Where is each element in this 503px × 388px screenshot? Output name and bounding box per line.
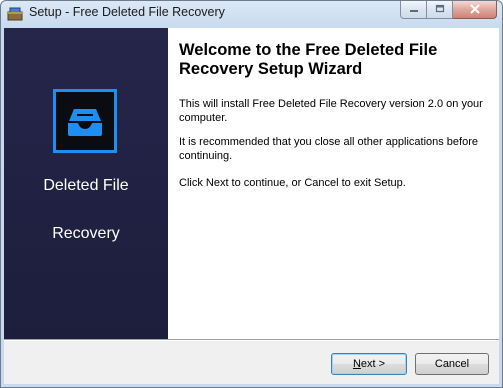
wizard-content: Welcome to the Free Deleted File Recover… [168,28,499,339]
product-name-line2: Recovery [52,225,120,242]
close-icon [469,1,481,19]
wizard-page: Deleted File Recovery Welcome to the Fre… [4,28,499,384]
title-bar[interactable]: Setup - Free Deleted File Recovery [1,1,502,27]
setup-window: Setup - Free Deleted File Recovery Delet… [0,0,503,388]
minimize-button[interactable] [400,1,427,19]
next-button-label: Next > [352,358,386,370]
wizard-sidebar: Deleted File Recovery [4,28,168,339]
continue-instructions: Click Next to continue, or Cancel to exi… [179,177,406,189]
installer-box-icon[interactable] [7,6,23,22]
page-title: Welcome to the Free Deleted File Recover… [179,41,438,78]
next-button[interactable]: Next > [331,353,407,375]
product-name-line1: Deleted File [43,177,129,194]
cancel-button[interactable]: Cancel [415,353,489,375]
minimize-icon [409,1,419,19]
window-title: Setup - Free Deleted File Recovery [29,5,225,19]
product-logo [53,89,117,153]
install-description: This will install Free Deleted File Reco… [179,98,483,124]
maximize-icon [435,1,445,19]
window-controls [400,1,497,20]
close-apps-recommendation: It is recommended that you close all oth… [179,136,478,162]
maximize-button[interactable] [427,1,453,19]
close-button[interactable] [453,1,497,19]
button-area-divider [4,339,499,341]
cancel-button-label: Cancel [434,358,470,370]
